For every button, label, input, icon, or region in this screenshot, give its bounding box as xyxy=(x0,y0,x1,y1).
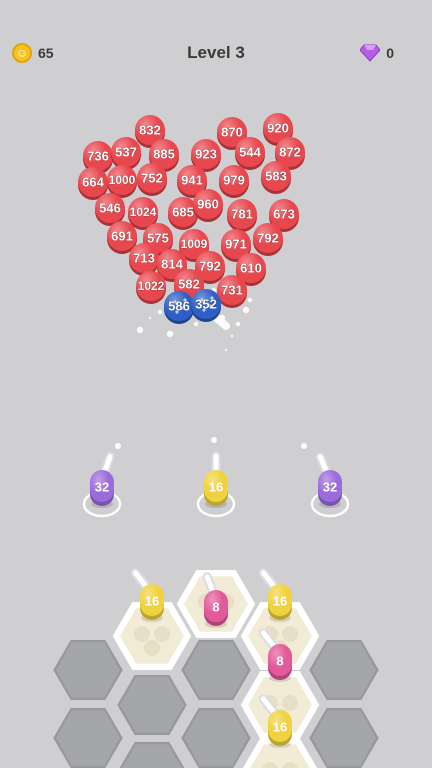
target-value: 685 xyxy=(172,205,194,220)
target-value: 575 xyxy=(147,231,169,246)
target-blob: 960 xyxy=(193,189,223,222)
target-value: 713 xyxy=(133,251,155,266)
target-blob: 781 xyxy=(227,199,257,232)
target-blob: 583 xyxy=(261,161,291,194)
cannon-value: 8 xyxy=(276,654,283,669)
target-value: 1022 xyxy=(138,279,165,293)
cannon-value: 8 xyxy=(212,600,219,615)
hex-cell-empty[interactable] xyxy=(112,671,192,739)
target-blob: 792 xyxy=(253,223,283,256)
target-value: 352 xyxy=(195,297,217,312)
target-value: 537 xyxy=(115,145,137,160)
target-value: 923 xyxy=(195,147,217,162)
target-blob: 752 xyxy=(137,163,167,196)
target-blob: 537 xyxy=(111,137,141,170)
target-value: 870 xyxy=(221,125,243,140)
target-value: 731 xyxy=(221,283,243,298)
hex-cell-empty[interactable] xyxy=(304,636,384,704)
target-value: 814 xyxy=(161,257,183,272)
cannon-value: 16 xyxy=(273,594,287,609)
target-blob: 1022 xyxy=(136,271,166,304)
coin-count: 65 xyxy=(38,45,54,61)
target-blob: 546 xyxy=(95,193,125,226)
target-blob: 586 xyxy=(164,291,194,324)
cannon-value: 32 xyxy=(323,480,337,495)
target-value: 752 xyxy=(141,171,163,186)
target-value: 544 xyxy=(239,145,261,160)
target-value: 546 xyxy=(99,201,121,216)
cannon-value: 16 xyxy=(273,720,287,735)
hex-cell-empty[interactable] xyxy=(48,704,128,768)
target-value: 1009 xyxy=(181,237,208,251)
target-value: 872 xyxy=(279,145,301,160)
target-value: 979 xyxy=(223,173,245,188)
shooter-cannon[interactable]: 32 xyxy=(310,452,350,518)
gem-icon xyxy=(360,44,381,62)
target-blob: 731 xyxy=(217,275,247,308)
cannon-value: 16 xyxy=(145,594,159,609)
shooter-cannon[interactable]: 16 xyxy=(196,451,236,518)
hex-cell-empty[interactable] xyxy=(176,636,256,704)
target-blob: 713 xyxy=(129,243,159,276)
gem-count: 0 xyxy=(386,45,394,61)
shooter-cannon[interactable]: 32 xyxy=(82,452,122,518)
target-cluster: 832 870 920 736 537 885 923 544 872 664 1000 752 941… xyxy=(78,113,305,324)
target-value: 971 xyxy=(225,237,247,252)
target-value: 610 xyxy=(240,261,262,276)
target-blob: 352 xyxy=(191,289,221,322)
target-value: 1000 xyxy=(109,173,136,187)
gem-counter: 0 xyxy=(360,38,394,68)
hex-cell-empty[interactable] xyxy=(176,704,256,768)
target-value: 1024 xyxy=(130,205,157,219)
cannon-value: 32 xyxy=(95,480,109,495)
target-value: 885 xyxy=(153,147,175,162)
target-value: 673 xyxy=(273,207,295,222)
target-value: 960 xyxy=(197,197,219,212)
target-blob: 979 xyxy=(219,165,249,198)
target-value: 832 xyxy=(139,123,161,138)
target-value: 691 xyxy=(111,229,133,244)
shooter-row: 32 16 32 xyxy=(82,437,350,518)
target-value: 664 xyxy=(82,175,104,190)
target-value: 582 xyxy=(178,277,200,292)
target-value: 792 xyxy=(257,231,279,246)
hex-cell-empty[interactable] xyxy=(48,636,128,704)
target-value: 920 xyxy=(267,121,289,136)
target-value: 583 xyxy=(265,169,287,184)
target-value: 781 xyxy=(231,207,253,222)
coin-counter: ☺ 65 xyxy=(12,38,54,68)
target-value: 586 xyxy=(168,299,190,314)
hex-cell-empty[interactable] xyxy=(304,704,384,768)
target-blob: 1000 xyxy=(107,165,137,198)
target-value: 792 xyxy=(199,259,221,274)
cannon-value: 16 xyxy=(209,480,223,495)
hex-cell-empty[interactable] xyxy=(115,738,189,768)
coin-icon: ☺ xyxy=(12,43,32,63)
game-stage: 16 8 16 8 16 32 16 32 832 870 920 736 537 885 923 544… xyxy=(48,113,384,768)
target-blob: 544 xyxy=(235,137,265,170)
target-value: 736 xyxy=(87,149,109,164)
target-value: 941 xyxy=(181,173,203,188)
